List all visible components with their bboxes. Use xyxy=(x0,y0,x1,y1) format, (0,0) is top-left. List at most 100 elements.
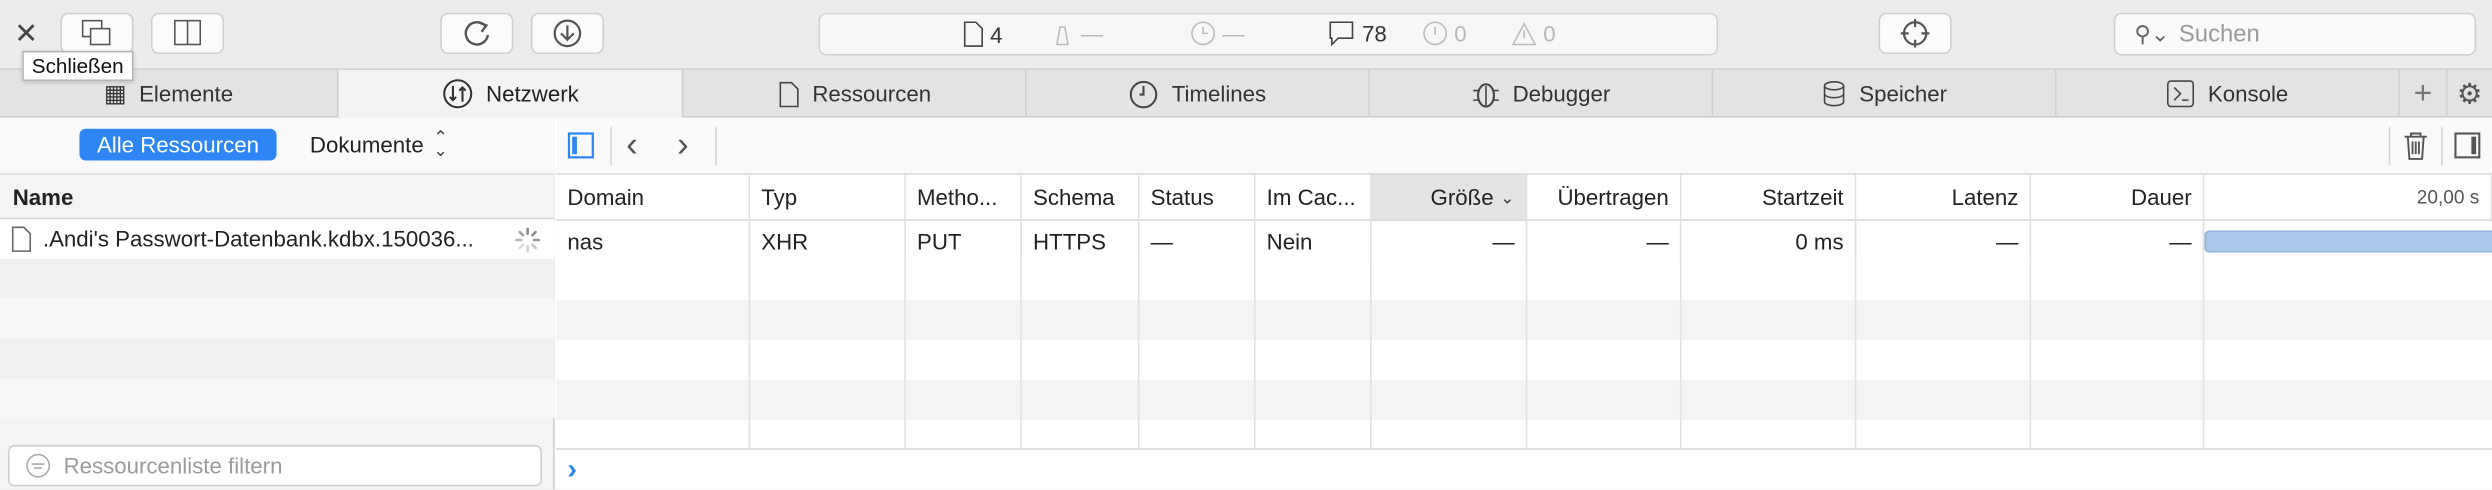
error-count[interactable]: 0 xyxy=(1422,20,1467,47)
table-row-empty xyxy=(556,379,2492,420)
load-time[interactable]: — xyxy=(1190,21,1244,46)
column-header-duration[interactable]: Dauer xyxy=(2031,174,2205,221)
inspect-button[interactable] xyxy=(1878,12,1952,55)
new-tab-button[interactable]: + xyxy=(2398,69,2446,118)
timeline-header[interactable]: 20,00 s xyxy=(2204,174,2492,221)
resource-type-select[interactable]: Dokumente ⌃ ⌄ xyxy=(310,129,448,161)
dashboard[interactable]: 4 — — 78 0 0 xyxy=(818,12,1719,56)
column-header-status[interactable]: Status xyxy=(1139,174,1256,221)
details-sidebar-icon[interactable] xyxy=(2454,132,2483,161)
tab-konsole[interactable]: Konsole xyxy=(2054,69,2398,118)
tab-speicher[interactable]: Speicher xyxy=(1711,69,2055,118)
divider xyxy=(610,127,612,166)
list-row-empty xyxy=(0,378,555,418)
resource-filter-input[interactable]: Ressourcenliste filtern xyxy=(7,445,542,487)
cell-type: XHR xyxy=(750,220,906,261)
column-header-cache[interactable]: Im Cac... xyxy=(1255,174,1372,221)
crosshair-icon xyxy=(1900,19,1930,48)
resource-count-value: 4 xyxy=(990,21,1003,47)
list-row-empty xyxy=(0,298,555,339)
download-button[interactable] xyxy=(530,12,604,55)
search-icon: ⚲⌄ xyxy=(2134,20,2170,47)
column-header-transferred[interactable]: Übertragen xyxy=(1527,174,1682,221)
tab-label: Elemente xyxy=(139,81,234,107)
cell-start-time: 0 ms xyxy=(1681,220,1857,261)
divider xyxy=(2388,127,2391,166)
filter-icon xyxy=(26,453,51,478)
cell-latency: — xyxy=(1856,220,2032,261)
column-header-type[interactable]: Typ xyxy=(750,174,906,221)
tab-timelines[interactable]: Timelines xyxy=(1025,69,1368,118)
resource-size[interactable]: — xyxy=(1051,21,1103,46)
reload-icon xyxy=(464,21,490,46)
reload-button[interactable] xyxy=(440,12,514,55)
column-header-method[interactable]: Metho... xyxy=(905,174,1022,221)
trash-icon[interactable] xyxy=(2401,130,2430,162)
column-header-size[interactable]: Größe ⌄ xyxy=(1371,174,1528,221)
column-header-schema[interactable]: Schema xyxy=(1021,174,1140,221)
resource-count[interactable]: 4 xyxy=(962,21,1003,48)
log-count-value: 78 xyxy=(1362,20,1387,47)
sidebar-toggle-icon[interactable] xyxy=(567,132,596,161)
cell-schema: HTTPS xyxy=(1022,220,1140,261)
tab-label: Speicher xyxy=(1859,81,1948,107)
bug-icon xyxy=(1472,82,1499,107)
prompt-chevron-icon: › xyxy=(567,452,577,485)
content-navigation-bar: ‹ › xyxy=(556,117,2492,175)
document-icon xyxy=(779,81,799,107)
name-column-header[interactable]: Name xyxy=(0,174,555,220)
clock-icon xyxy=(1130,80,1158,108)
all-resources-button[interactable]: Alle Ressourcen xyxy=(79,128,277,161)
filter-placeholder: Ressourcenliste filtern xyxy=(63,452,283,479)
warning-count[interactable]: 0 xyxy=(1511,21,1556,46)
settings-button[interactable]: ⚙ xyxy=(2445,69,2492,118)
tab-debugger[interactable]: Debugger xyxy=(1368,69,1711,118)
updown-chevron-icon: ⌃ ⌄ xyxy=(433,128,448,161)
tab-label: Timelines xyxy=(1171,81,1267,107)
split-view-button[interactable] xyxy=(150,12,225,55)
clock-icon xyxy=(1191,21,1216,46)
column-header-latency[interactable]: Latenz xyxy=(1856,174,2032,221)
error-count-value: 0 xyxy=(1454,20,1467,47)
tab-label: Netzwerk xyxy=(486,81,579,107)
list-row-empty xyxy=(0,259,555,299)
forward-chevron-icon[interactable]: › xyxy=(677,126,689,162)
undock-button[interactable] xyxy=(60,12,134,55)
search-field[interactable]: ⚲⌄ Suchen xyxy=(2113,12,2477,56)
resource-type-label: Dokumente xyxy=(309,131,424,158)
gear-icon: ⚙ xyxy=(2456,77,2483,109)
tab-bar: ▦ Elemente Netzwerk Ressourcen Timelines… xyxy=(0,69,2492,118)
resource-size-value: — xyxy=(1080,20,1103,47)
log-count[interactable]: 78 xyxy=(1329,20,1387,47)
cell-duration: — xyxy=(2031,220,2205,261)
tab-ressourcen[interactable]: Ressourcen xyxy=(681,69,1025,118)
cell-status: — xyxy=(1140,220,1256,261)
waterfall-bar[interactable] xyxy=(2204,230,2492,253)
download-icon xyxy=(553,19,582,48)
column-header-start-time[interactable]: Startzeit xyxy=(1681,174,1857,221)
divider xyxy=(715,127,717,166)
scope-bar: Alle Ressourcen Dokumente ⌃ ⌄ xyxy=(0,117,555,175)
tab-label: Debugger xyxy=(1512,81,1611,107)
cell-transferred: — xyxy=(1527,220,1682,261)
list-item[interactable]: .Andi's Passwort-Datenbank.kdbx.150036..… xyxy=(0,219,555,260)
resource-sidebar: Alle Ressourcen Dokumente ⌃ ⌄ Name .Andi'… xyxy=(0,117,555,490)
column-header-domain[interactable]: Domain xyxy=(556,174,751,221)
console-icon xyxy=(2167,80,2195,108)
quick-console[interactable]: › xyxy=(556,448,2492,490)
tab-label: Konsole xyxy=(2207,81,2289,107)
list-row-empty xyxy=(0,338,555,379)
back-chevron-icon[interactable]: ‹ xyxy=(626,126,638,162)
cell-size: — xyxy=(1372,220,1528,261)
sort-descending-icon: ⌄ xyxy=(1499,188,1515,208)
load-time-value: — xyxy=(1222,20,1245,47)
cell-cache: Nein xyxy=(1256,220,1372,261)
close-icon[interactable]: ✕ xyxy=(14,19,43,48)
tab-netzwerk[interactable]: Netzwerk xyxy=(336,69,682,118)
network-table: Domain Typ Metho... Schema Status Im Cac… xyxy=(556,174,2492,452)
database-icon xyxy=(1823,81,1845,107)
tab-label: Ressourcen xyxy=(812,81,932,107)
toolbar: ✕ 4 — — 78 0 0 ⚲⌄ Suchen xyxy=(0,0,2492,70)
table-row[interactable]: nas XHR PUT HTTPS — Nein — — 0 ms — — xyxy=(556,220,2492,261)
message-icon xyxy=(1329,21,1354,47)
